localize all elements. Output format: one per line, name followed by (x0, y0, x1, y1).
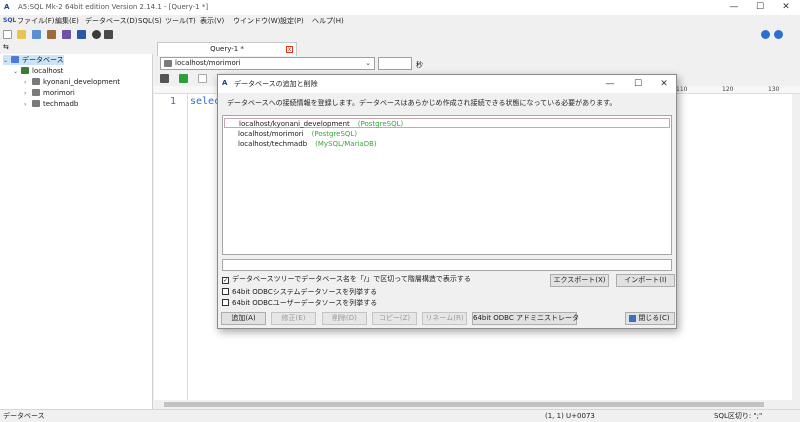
collapse-icon[interactable]: ⌄ (3, 56, 11, 66)
delete-button[interactable]: 削除(D) (322, 312, 367, 325)
checkbox-checked[interactable]: ✓ (222, 277, 229, 284)
at-icon[interactable] (92, 30, 101, 39)
list-item[interactable]: localhost/morimori (PostgreSQL) (224, 129, 670, 139)
expand-icon[interactable]: › (24, 100, 32, 110)
tree-item-databases[interactable]: ⌄ データベース (3, 55, 64, 65)
odbc-admin-button[interactable]: 64bit ODBC アドミニストレータ (472, 312, 579, 325)
checkbox-tree-hierarchy[interactable]: ✓ データベースツリーでデータベース名を「/」で区切って階層構造で表示する (222, 274, 471, 285)
tab-query-1[interactable]: Query-1 * x (157, 42, 297, 56)
horizontal-scrollbar[interactable] (154, 400, 792, 409)
close-dialog-button[interactable]: 閉じる(C) (625, 312, 675, 325)
close-icon (629, 315, 636, 322)
gear-icon[interactable] (104, 30, 113, 39)
list-item[interactable]: localhost/kyonani_development (PostgreSQL… (224, 118, 670, 128)
menu-view[interactable]: 表示(V) (200, 15, 224, 28)
export-button[interactable]: エクスポート(X) (550, 274, 609, 287)
edit-button[interactable]: 修正(E) (271, 312, 316, 325)
save-icon[interactable] (160, 74, 169, 83)
database-icon (32, 78, 40, 85)
status-left: データベース (3, 412, 45, 420)
menu-edit[interactable]: 編集(E) (55, 15, 79, 28)
tree-item-database[interactable]: › kyonani_development (24, 77, 120, 87)
tree-item-localhost[interactable]: ⌄ localhost (13, 66, 63, 76)
checkbox-unchecked[interactable] (222, 299, 229, 306)
database-icon[interactable] (32, 30, 41, 39)
menu-tools[interactable]: ツール(T) (165, 15, 196, 28)
run-icon[interactable] (179, 74, 188, 83)
menu-sql[interactable]: SQL(S) (138, 15, 162, 28)
database-list[interactable]: localhost/kyonani_development (PostgreSQL… (222, 115, 672, 255)
statusbar: データベース (1, 1) U+0073 SQL区切り: ";" (0, 409, 800, 422)
ruler-tick: 120 (722, 86, 734, 93)
menubar: SQL ファイル(F) 編集(E) データベース(D) SQL(S) ツール(T… (0, 15, 800, 28)
tree-toggle-icon[interactable]: ⇆ (3, 43, 9, 51)
dialog-close-button[interactable]: ✕ (652, 77, 676, 91)
expand-icon[interactable]: › (24, 78, 32, 88)
menu-settings[interactable]: 設定(P) (280, 15, 304, 28)
dialog-title: データベースの追加と削除 (234, 80, 318, 88)
checkbox-unchecked[interactable] (222, 288, 229, 295)
timeout-input[interactable] (378, 57, 412, 70)
dialog-titlebar: A データベースの追加と削除 — ☐ ✕ (218, 75, 676, 93)
expand-icon[interactable]: › (24, 89, 32, 99)
seconds-label: 秒 (416, 61, 423, 69)
info-icon[interactable] (774, 30, 783, 39)
window-title: A5:SQL Mk-2 64bit edition Version 2.14.1… (18, 3, 209, 11)
main-toolbar (0, 28, 800, 42)
list-item[interactable]: localhost/techmadb (MySQL/MariaDB) (224, 139, 670, 149)
maximize-button[interactable]: ☐ (746, 0, 774, 15)
connection-value: localhost/morimori (175, 59, 241, 67)
chevron-down-icon: ⌄ (365, 59, 371, 67)
connect-icon[interactable] (62, 30, 71, 39)
connection-name-input[interactable] (222, 259, 672, 271)
tree-item-database[interactable]: › morimori (24, 88, 75, 98)
dialog-maximize-button[interactable]: ☐ (626, 77, 650, 91)
dialog-minimize-button[interactable]: — (598, 77, 622, 91)
window-titlebar: A A5:SQL Mk-2 64bit edition Version 2.14… (0, 0, 800, 15)
app-icon: A (4, 3, 10, 11)
minimize-button[interactable]: — (720, 0, 748, 15)
menu-window[interactable]: ウインドウ(W) (233, 15, 280, 28)
database-icon (32, 89, 40, 96)
status-position: (1, 1) U+0073 (545, 412, 595, 420)
scroll-thumb[interactable] (164, 402, 764, 407)
tree-item-database[interactable]: › techmadb (24, 99, 78, 109)
stop-icon[interactable] (198, 74, 207, 83)
ruler-tick: 130 (768, 86, 780, 93)
database-tree-panel: ⇆ ⌄ データベース ⌄ localhost › kyonani_developmen… (0, 42, 153, 409)
checkbox-odbc-system[interactable]: 64bit ODBCシステムデータソースを列挙する (222, 287, 377, 298)
save-icon[interactable] (47, 30, 56, 39)
dialog-description: データベースへの接続情報を登録します。データベースはあらかじめ作成され接続できる… (227, 99, 617, 107)
checkbox-odbc-user[interactable]: 64bit ODBCユーザーデータソースを列挙する (222, 298, 377, 309)
status-sql-separator: SQL区切り: ";" (714, 412, 763, 420)
new-file-icon[interactable] (3, 30, 12, 39)
help-icon[interactable] (761, 30, 770, 39)
tab-close-icon[interactable]: x (286, 46, 293, 53)
copy-button[interactable]: コピー(Z) (372, 312, 417, 325)
database-icon (164, 60, 172, 67)
app-icon: A (222, 79, 228, 87)
line-gutter (154, 94, 188, 400)
add-button[interactable]: 追加(A) (221, 312, 266, 325)
vertical-scrollbar[interactable] (792, 94, 800, 400)
open-folder-icon[interactable] (17, 30, 26, 39)
rename-button[interactable]: リネーム(R) (422, 312, 467, 325)
host-icon (21, 67, 29, 74)
menu-help[interactable]: ヘルプ(H) (312, 15, 344, 28)
line-number: 1 (170, 96, 177, 107)
databases-icon (11, 56, 19, 63)
database-icon (32, 100, 40, 107)
schema-icon[interactable] (77, 30, 86, 39)
import-button[interactable]: インポート(I) (616, 274, 675, 287)
ruler-tick: 110 (676, 86, 688, 93)
menu-file[interactable]: ファイル(F) (17, 15, 55, 28)
connection-select[interactable]: localhost/morimori ⌄ (160, 57, 375, 70)
tree-toolbar: ⇆ (0, 42, 153, 54)
collapse-icon[interactable]: ⌄ (13, 67, 21, 77)
tab-label: Query-1 * (210, 45, 244, 53)
menu-database[interactable]: データベース(D) (85, 15, 138, 28)
close-button[interactable]: ✕ (772, 0, 800, 15)
database-manage-dialog: A データベースの追加と削除 — ☐ ✕ データベースへの接続情報を登録します。… (217, 74, 677, 329)
sql-icon: SQL (3, 17, 17, 24)
